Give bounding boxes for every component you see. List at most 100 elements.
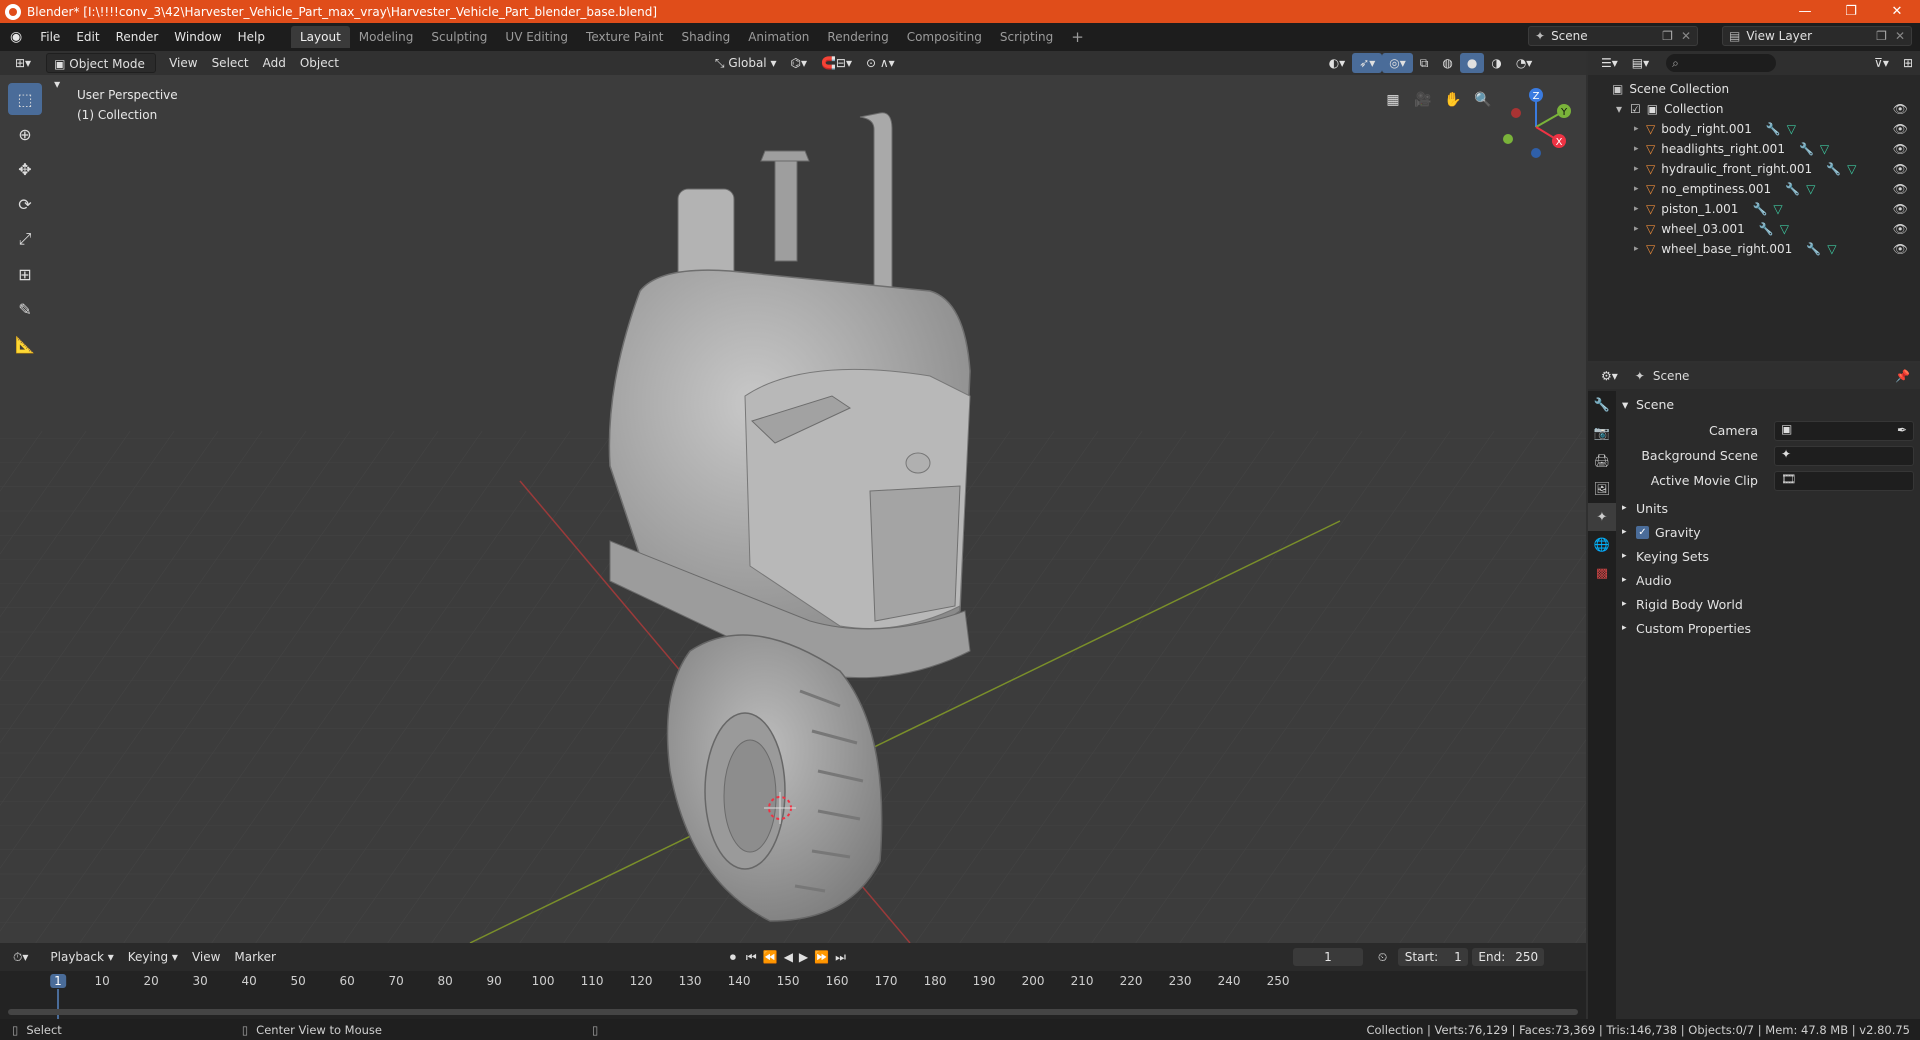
- select-box-tool-icon[interactable]: ⬚: [8, 83, 42, 115]
- view-layer-selector[interactable]: ▤ View Layer ❐ ✕: [1722, 26, 1912, 46]
- tab-uv-editing[interactable]: UV Editing: [496, 26, 577, 48]
- auto-keying-icon[interactable]: ⏲: [1371, 947, 1394, 967]
- tab-compositing[interactable]: Compositing: [898, 26, 991, 48]
- editor-type-icon[interactable]: ⊞▾: [8, 53, 38, 73]
- blender-menu-icon[interactable]: ◉: [0, 26, 32, 48]
- viewport-menu-object[interactable]: Object: [293, 53, 346, 73]
- expand-icon[interactable]: ▸: [1634, 144, 1646, 154]
- tab-texture-paint[interactable]: Texture Paint: [577, 26, 672, 48]
- menu-file[interactable]: File: [32, 26, 68, 48]
- expand-icon[interactable]: ▸: [1634, 224, 1646, 234]
- material-shading-icon[interactable]: ◑: [1484, 53, 1508, 73]
- world-tab-icon[interactable]: 🌐: [1588, 531, 1616, 559]
- menu-help[interactable]: Help: [230, 26, 273, 48]
- transform-orientation[interactable]: ⤡ Global ▾: [708, 53, 784, 73]
- wireframe-shading-icon[interactable]: ◍: [1435, 53, 1459, 73]
- eye-icon[interactable]: 👁: [1893, 222, 1908, 236]
- camera-view-icon[interactable]: 🎥: [1410, 87, 1436, 113]
- properties-section-keying-sets[interactable]: ▸ Keying Sets: [1622, 545, 1912, 567]
- marker-menu[interactable]: Marker: [227, 947, 282, 967]
- menu-render[interactable]: Render: [108, 26, 167, 48]
- eye-icon[interactable]: 👁: [1893, 102, 1908, 116]
- menu-edit[interactable]: Edit: [68, 26, 107, 48]
- tab-scripting[interactable]: Scripting: [991, 26, 1062, 48]
- cursor-tool-icon[interactable]: ⊕: [8, 118, 42, 150]
- tab-modeling[interactable]: Modeling: [350, 26, 423, 48]
- properties-section-custom-properties[interactable]: ▸ Custom Properties: [1622, 617, 1912, 639]
- camera-field[interactable]: ▣ ✒: [1774, 421, 1914, 441]
- menu-window[interactable]: Window: [166, 26, 229, 48]
- measure-tool-icon[interactable]: 📐: [8, 328, 42, 360]
- remove-scene-icon[interactable]: ✕: [1681, 29, 1691, 43]
- scene-collection-row[interactable]: ▣ Scene Collection: [1588, 79, 1920, 99]
- timeline-scrollbar[interactable]: [8, 1009, 1578, 1015]
- jump-keyframe-forward-icon[interactable]: ⏩: [811, 947, 832, 967]
- move-tool-icon[interactable]: ✥: [8, 153, 42, 185]
- keying-menu[interactable]: Keying ▾: [121, 947, 185, 967]
- record-button-icon[interactable]: ⏺: [723, 947, 743, 967]
- outliner-object-row[interactable]: ▸ ▽ body_right.001 🔧 ▽ 👁: [1588, 119, 1920, 139]
- annotate-tool-icon[interactable]: ✎: [8, 293, 42, 325]
- rendered-shading-icon[interactable]: ◔▾: [1509, 53, 1540, 73]
- eye-icon[interactable]: 👁: [1893, 202, 1908, 216]
- gizmo-toggle-icon[interactable]: ➶▾: [1352, 53, 1383, 73]
- visibility-icon[interactable]: ◐▾: [1322, 53, 1353, 73]
- expand-icon[interactable]: ▸: [1634, 164, 1646, 174]
- collection-checkbox[interactable]: ☑: [1630, 102, 1641, 116]
- copy-scene-icon[interactable]: ❐: [1662, 29, 1673, 43]
- eye-icon[interactable]: 👁: [1893, 182, 1908, 196]
- scale-tool-icon[interactable]: ⤢: [8, 223, 42, 255]
- close-button[interactable]: ✕: [1874, 0, 1920, 23]
- filter-icon[interactable]: ⊽▾: [1867, 53, 1896, 73]
- tab-animation[interactable]: Animation: [739, 26, 818, 48]
- scene-selector[interactable]: ✦ Scene ❐ ✕: [1528, 26, 1698, 46]
- jump-start-icon[interactable]: ⏮: [743, 947, 760, 967]
- view-layer-tab-icon[interactable]: 🖼: [1588, 475, 1616, 503]
- mode-selector[interactable]: ▣ Object Mode ▾: [46, 53, 157, 91]
- tab-rendering[interactable]: Rendering: [818, 26, 897, 48]
- tool-tab-icon[interactable]: 🔧: [1588, 391, 1616, 419]
- eye-icon[interactable]: 👁: [1893, 142, 1908, 156]
- properties-type-icon[interactable]: ⚙▾: [1594, 366, 1625, 386]
- proportional-edit-icon[interactable]: ⊙ ∧▾: [859, 53, 902, 73]
- play-icon[interactable]: ▶: [796, 947, 811, 967]
- expand-icon[interactable]: ▸: [1634, 184, 1646, 194]
- zoom-view-icon[interactable]: 🔍: [1470, 87, 1496, 113]
- gravity-checkbox[interactable]: ✓: [1636, 525, 1649, 539]
- navigation-gizmo[interactable]: Z Y X: [1496, 87, 1576, 167]
- outliner-object-row[interactable]: ▸ ▽ piston_1.001 🔧 ▽ 👁: [1588, 199, 1920, 219]
- eyedropper-icon[interactable]: ✒: [1897, 423, 1907, 437]
- properties-section-audio[interactable]: ▸ Audio: [1622, 569, 1912, 591]
- playback-menu[interactable]: Playback ▾: [43, 947, 120, 967]
- active-movie-clip-field[interactable]: 🎞: [1774, 471, 1914, 491]
- xray-icon[interactable]: ⧉: [1413, 53, 1436, 73]
- timeline-view-menu[interactable]: View: [185, 947, 227, 967]
- overlay-toggle-icon[interactable]: ◎▾: [1382, 53, 1413, 73]
- outliner-search-field[interactable]: ⌕: [1666, 54, 1777, 72]
- expand-icon[interactable]: ▸: [1634, 124, 1646, 134]
- viewport-menu-select[interactable]: Select: [205, 53, 256, 73]
- end-frame-field[interactable]: End: 250: [1472, 948, 1545, 966]
- properties-section-gravity[interactable]: ▸ ✓ Gravity: [1622, 521, 1912, 543]
- background-scene-field[interactable]: ✦: [1774, 446, 1914, 466]
- current-frame-field[interactable]: 1: [1292, 948, 1363, 966]
- eye-icon[interactable]: 👁: [1893, 122, 1908, 136]
- display-mode-icon[interactable]: ▤▾: [1625, 53, 1656, 73]
- snap-icon[interactable]: 🧲⊟▾: [814, 53, 859, 73]
- jump-end-icon[interactable]: ⏭: [832, 947, 849, 967]
- tab-shading[interactable]: Shading: [672, 26, 739, 48]
- rotate-tool-icon[interactable]: ⟳: [8, 188, 42, 220]
- copy-view-layer-icon[interactable]: ❐: [1876, 29, 1887, 43]
- output-tab-icon[interactable]: 🖨: [1588, 447, 1616, 475]
- frame-ruler[interactable]: 1 10 20 30 40 50 60 70 80 90 100 110 120 130 140 150 160…: [0, 971, 1586, 1019]
- play-reverse-icon[interactable]: ◀: [781, 947, 796, 967]
- new-collection-icon[interactable]: ⊞: [1896, 53, 1920, 73]
- outliner-object-row[interactable]: ▸ ▽ wheel_03.001 🔧 ▽ 👁: [1588, 219, 1920, 239]
- timeline-type-icon[interactable]: ⏱▾: [6, 947, 35, 967]
- collection-row[interactable]: ▾ ☑ ▣ Collection 👁: [1588, 99, 1920, 119]
- tractor-model[interactable]: [608, 112, 971, 679]
- jump-keyframe-back-icon[interactable]: ⏪: [760, 947, 781, 967]
- viewport-menu-view[interactable]: View: [162, 53, 204, 73]
- start-frame-field[interactable]: Start: 1: [1398, 948, 1469, 966]
- tab-sculpting[interactable]: Sculpting: [422, 26, 496, 48]
